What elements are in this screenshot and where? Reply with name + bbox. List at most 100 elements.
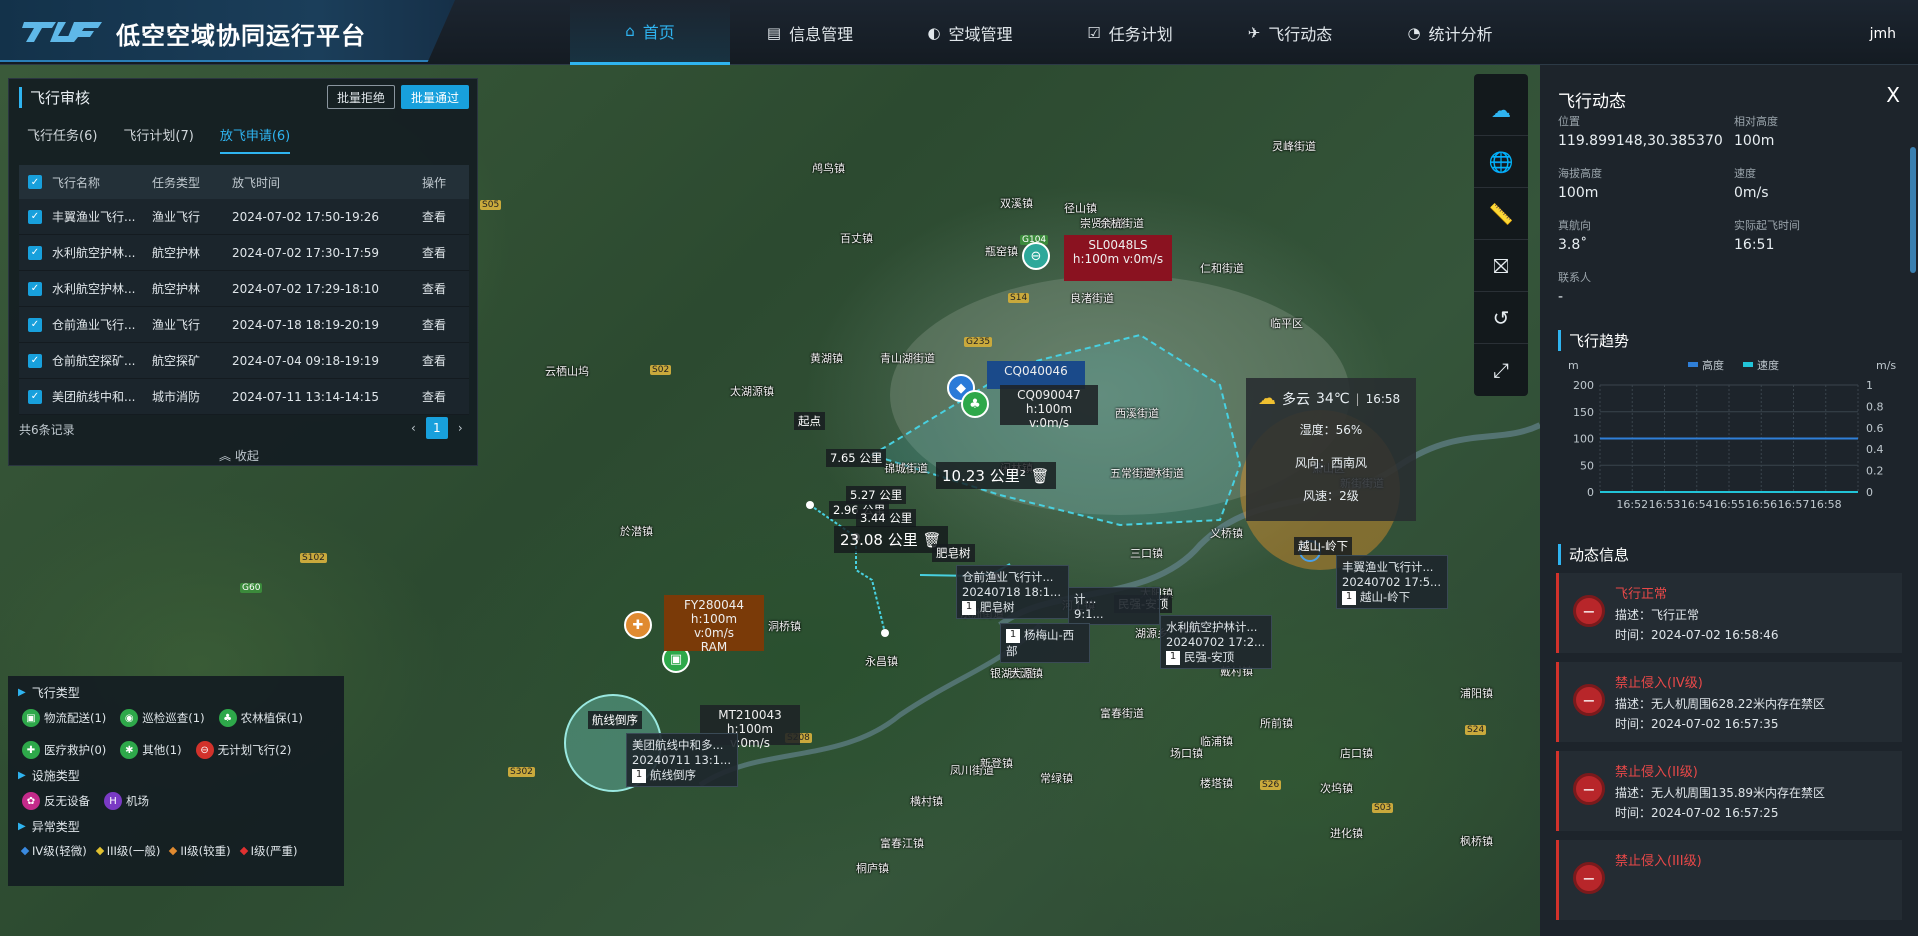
nav-item-4[interactable]: ✈ 飞行动态 [1210,0,1370,65]
legend-item[interactable]: ◉ 巡检巡查(1) [120,709,205,727]
plan-card[interactable]: 丰翼渔业飞行计... 20240702 17:5... 1 越山-岭下 [1336,555,1448,609]
home-icon: ⌂ [625,22,635,40]
medical-icon: ✚ [22,741,40,759]
legend-item[interactable]: IV级(轻微) [20,843,87,859]
legend-item[interactable]: II级(较重) [169,843,231,859]
place-label: 黄湖镇 [810,352,843,365]
batch-reject-button[interactable]: 批量拒绝 [327,85,395,109]
no-fly-icon[interactable]: ⛝ [1474,240,1528,292]
globe-icon[interactable]: 🌐 [1474,136,1528,188]
task-type: 渔业飞行 [152,210,201,224]
view-link[interactable]: 查看 [422,280,462,297]
legend-label: 速度 [1757,358,1779,372]
legend-label: 巡检巡查(1) [142,711,205,725]
scrollbar[interactable] [1910,147,1916,273]
chevron-up-icon: ︽ [219,449,232,463]
tab-0[interactable]: 飞行任务(6) [27,125,97,154]
flight-marker-other[interactable]: ✚ [624,611,652,639]
plan-card[interactable]: 计... 9:1... [1068,587,1160,625]
event-item[interactable]: − 飞行正常 描述：飞行正常 时间：2024-07-02 16:58:46 [1556,573,1902,653]
tab-1[interactable]: 飞行计划(7) [123,125,193,154]
next-page-icon[interactable]: › [458,421,463,435]
plan-card[interactable]: 水利航空护林计... 20240702 17:2... 1 民强-安顶 [1160,615,1272,669]
view-link[interactable]: 查看 [422,316,462,333]
cloud-icon[interactable]: ☁ [1474,84,1528,136]
flight-marker-agri[interactable]: ♣ [961,390,989,418]
airport-icon: H [104,792,122,810]
flight-label-cq090047[interactable]: CQ090047 h:100m v:0m/s [1000,385,1098,430]
flight-name: 水利航空护林... [52,282,136,296]
flight-label-fy280044[interactable]: FY280044 h:100m v:0m/s RAM [664,595,764,654]
place-label: 进化镇 [1330,827,1363,840]
place-label: 灵峰街道 [1272,140,1316,153]
road-sign: G235 [964,337,993,347]
flight-marker-no-plan[interactable]: ⊖ [1022,242,1050,270]
prev-page-icon[interactable]: ‹ [411,421,416,435]
road-sign: S02 [650,365,672,375]
legend-item[interactable]: ✱ 其他(1) [120,741,182,759]
view-link[interactable]: 查看 [422,244,462,261]
other-icon: ✱ [120,741,139,759]
history-icon[interactable]: ↺ [1474,292,1528,344]
x-tick-label: 16:52 [1616,498,1648,511]
legend-item[interactable]: H 机场 [104,792,149,810]
place-label: 常绿镇 [1040,772,1073,785]
user-name[interactable]: jmh [1870,26,1896,42]
fullscreen-icon[interactable]: ⤢ [1474,344,1528,396]
ruler-icon[interactable]: 📏 [1474,188,1528,240]
legend-swatch [1688,362,1698,367]
legend-item[interactable]: III级(一般) [95,843,160,859]
view-link[interactable]: 查看 [422,352,462,369]
view-link[interactable]: 查看 [422,208,462,225]
nav-item-1[interactable]: ▤ 信息管理 [730,0,890,65]
plan-card[interactable]: 美团航线中和多... 20240711 13:1... 1 航线倒序 [626,733,738,787]
release-time: 2024-07-02 17:50-19:26 [232,209,380,224]
nav-item-5[interactable]: ◔ 统计分析 [1370,0,1530,65]
place-label: 临平区 [1270,317,1303,330]
place-label: 瓶窑镇 [985,245,1018,258]
plan-card-route[interactable]: 1 杨梅山-西部 [1000,623,1090,663]
legend-item[interactable]: ⊖ 无计划飞行(2) [195,741,291,759]
collapse-button[interactable]: ︽ 收起 [219,447,259,464]
measure-area[interactable]: 10.23 公里² 🗑 [936,462,1056,489]
legend-label: 反无设备 [44,794,90,808]
legend-item[interactable]: ✿ 反无设备 [22,792,90,810]
trend-title: 飞行趋势 [1558,330,1629,351]
event-item[interactable]: − 禁止侵入(IV级) 描述：无人机周围628.22米内存在禁区 时间：2024… [1556,662,1902,742]
leaf-icon: ♣ [218,709,237,727]
legend-item[interactable]: ✚ 医疗救护(0) [22,741,106,759]
measure-distance[interactable]: 23.08 公里 🗑 [834,526,948,553]
info-takeoff-time: 实际起飞时间 16:51 [1734,219,1800,253]
row-checkbox[interactable]: ✓ [28,245,42,260]
row-checkbox[interactable]: ✓ [28,353,42,368]
batch-approve-button[interactable]: 批量通过 [401,85,469,109]
flight-label-sl0048ls[interactable]: SL0048LS h:100m v:0m/s [1064,235,1172,281]
legend-item[interactable]: ♣ 农林植保(1) [218,709,303,727]
anti-drone-icon: ✿ [22,792,40,810]
tab-2[interactable]: 放飞申请(6) [219,125,291,154]
select-all-checkbox[interactable]: ✓ [28,175,42,189]
page-number[interactable]: 1 [425,417,448,439]
event-time: 时间：2024-07-02 16:57:25 [1615,806,1779,820]
row-checkbox[interactable]: ✓ [28,389,42,404]
row-checkbox[interactable]: ✓ [28,209,42,224]
review-table: ✓ 飞行名称 任务类型 放飞时间 操作 ✓ 丰翼渔业飞行... 渔业飞行 202… [19,165,469,415]
view-link[interactable]: 查看 [422,388,462,405]
x-tick-label: 16:58 [1810,498,1842,511]
release-time: 2024-07-02 17:30-17:59 [232,245,380,260]
brand-banner: 低空空域协同运行平台 [0,0,455,62]
road-sign: S102 [300,553,327,563]
event-item[interactable]: − 禁止侵入(II级) 描述：无人机周围135.89米内存在禁区 时间：2024… [1556,751,1902,831]
plane-icon: ✈ [1247,23,1261,42]
nav-item-3[interactable]: ☑ 任务计划 [1050,0,1210,65]
close-icon[interactable]: X [1886,83,1900,107]
row-checkbox[interactable]: ✓ [28,317,42,332]
legend-item[interactable]: ▣ 物流配送(1) [22,709,106,727]
nav-item-0[interactable]: ⌂ 首页 [570,0,730,65]
legend-item[interactable]: I级(严重) [239,843,298,859]
nav-item-2[interactable]: ◐ 空域管理 [890,0,1050,65]
delete-icon[interactable]: 🗑 [1031,467,1050,485]
plan-card[interactable]: 仓前渔业飞行计... 20240718 18:1... 1 肥皂树 [956,565,1069,619]
row-checkbox[interactable]: ✓ [28,281,42,296]
event-item[interactable]: − 禁止侵入(III级) [1556,840,1902,920]
